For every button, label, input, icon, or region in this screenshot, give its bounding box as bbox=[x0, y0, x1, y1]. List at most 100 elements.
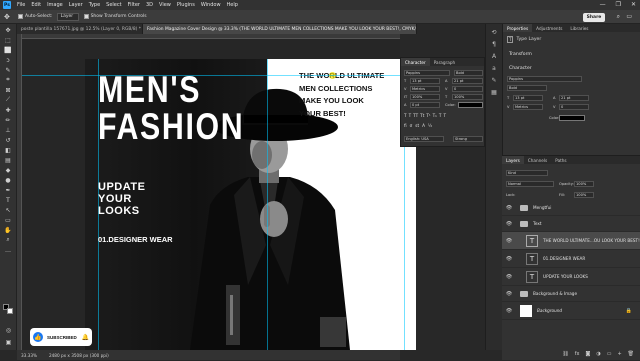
eraser-icon[interactable]: ◧ bbox=[3, 146, 14, 154]
layer-row-designer-text[interactable]: 👁 T 01.DESIGNER WEAR bbox=[502, 250, 640, 268]
prop-font-family-select[interactable]: Poppins bbox=[507, 76, 582, 82]
shape-icon[interactable]: ▭ bbox=[3, 216, 14, 224]
guide-center[interactable] bbox=[267, 59, 268, 350]
search-icon[interactable]: ⌕ bbox=[617, 13, 620, 21]
artboard-icon[interactable]: ⬚ bbox=[3, 36, 14, 44]
history-icon[interactable]: ⟲ bbox=[490, 28, 498, 36]
hand-icon[interactable]: ✋ bbox=[3, 226, 14, 234]
screen-mode-icon[interactable]: ▣ bbox=[3, 338, 14, 346]
underline-button[interactable]: T bbox=[439, 113, 442, 121]
marquee-icon[interactable]: ⬜ bbox=[3, 46, 14, 54]
close-icon[interactable]: ✕ bbox=[631, 1, 636, 8]
font-style-select[interactable]: Bold bbox=[454, 70, 483, 76]
tab-layers[interactable]: Layers bbox=[502, 156, 524, 164]
visibility-eye-icon[interactable]: 👁 bbox=[504, 221, 514, 227]
faux-bold-button[interactable]: T bbox=[404, 113, 407, 121]
guide-horizontal[interactable] bbox=[22, 75, 400, 76]
update-your-looks-text[interactable]: UPDATE YOUR LOOKS bbox=[98, 181, 145, 217]
menu-edit[interactable]: Edit bbox=[31, 2, 41, 8]
stamp-icon[interactable]: ⊥ bbox=[3, 126, 14, 134]
visibility-eye-icon[interactable]: 👁 bbox=[504, 291, 514, 297]
layer-row-text-group[interactable]: 👁 Text bbox=[502, 216, 640, 232]
font-family-select[interactable]: Poppins bbox=[404, 70, 450, 76]
menu-3d[interactable]: 3D bbox=[146, 2, 153, 8]
auto-select-toggle[interactable]: Auto-Select: bbox=[18, 14, 53, 19]
menu-layer[interactable]: Layer bbox=[69, 2, 83, 8]
transform-section[interactable]: Transform bbox=[503, 50, 532, 58]
baseline-field[interactable]: 0 pt bbox=[410, 102, 440, 108]
vertical-scale-field[interactable]: 100% bbox=[410, 94, 440, 100]
background-color-swatch[interactable] bbox=[7, 308, 13, 314]
healing-icon[interactable]: ✚ bbox=[3, 106, 14, 114]
swatches-icon[interactable]: ▦ bbox=[490, 88, 498, 96]
subscript-button[interactable]: T₁ bbox=[433, 113, 437, 121]
tab-fashion-cover[interactable]: Fashion Magazine Cover Design @ 33.3% (T… bbox=[143, 24, 417, 34]
designer-wear-text[interactable]: 01.DESIGNER WEAR bbox=[98, 235, 173, 244]
history-brush-icon[interactable]: ↺ bbox=[3, 136, 14, 144]
menu-file[interactable]: File bbox=[17, 2, 25, 8]
text-color-swatch[interactable] bbox=[458, 102, 483, 108]
tab-paths[interactable]: Paths bbox=[551, 156, 570, 164]
character-icon[interactable]: A bbox=[490, 52, 498, 60]
glyphs-icon[interactable]: a bbox=[490, 64, 498, 72]
quick-mask-icon[interactable]: ◎ bbox=[3, 326, 14, 334]
zoom-icon[interactable]: ⌕ bbox=[3, 236, 14, 244]
move-icon[interactable]: ✥ bbox=[3, 26, 14, 34]
horizontal-scale-field[interactable]: 100% bbox=[452, 94, 483, 100]
prop-font-size-field[interactable]: 13 pt bbox=[513, 95, 543, 101]
menu-select[interactable]: Select bbox=[106, 2, 121, 8]
pen-icon[interactable]: ✒ bbox=[3, 186, 14, 194]
path-select-icon[interactable]: ↖ bbox=[3, 206, 14, 214]
ruler-horizontal[interactable] bbox=[17, 34, 400, 39]
quick-select-icon[interactable]: ✎ bbox=[3, 66, 14, 74]
show-transform-toggle[interactable]: Show Transform Controls bbox=[83, 14, 147, 19]
layer-row-background[interactable]: 👁 Background 🔒 bbox=[502, 302, 640, 320]
visibility-eye-icon[interactable]: 👁 bbox=[504, 274, 514, 280]
promo-text[interactable]: THE WORLD ULTIMATE MEN COLLECTIONS MAKE … bbox=[299, 70, 409, 120]
minimize-icon[interactable]: — bbox=[600, 1, 606, 8]
crop-icon[interactable]: ⌗ bbox=[3, 76, 14, 84]
maximize-icon[interactable]: ❐ bbox=[616, 1, 621, 8]
opacity-field[interactable]: 100% bbox=[574, 181, 594, 187]
small-caps-button[interactable]: Tt bbox=[420, 113, 424, 121]
tab-libraries[interactable]: Libraries bbox=[566, 24, 592, 32]
prop-leading-field[interactable]: 21 pt bbox=[559, 95, 589, 101]
tab-adjustments[interactable]: Adjustments bbox=[532, 24, 566, 32]
prop-tracking-field[interactable]: 0 bbox=[559, 104, 589, 110]
gradient-icon[interactable]: ▤ bbox=[3, 156, 14, 164]
brushes-icon[interactable]: ✎ bbox=[490, 76, 498, 84]
ordinal-button[interactable]: A bbox=[422, 123, 425, 131]
auto-select-checkbox[interactable] bbox=[18, 14, 23, 19]
headline-text[interactable]: MEN'S FASHION bbox=[98, 71, 244, 145]
font-size-field[interactable]: 13 pt bbox=[410, 78, 440, 84]
visibility-eye-icon[interactable]: 👁 bbox=[504, 256, 514, 262]
character-section[interactable]: Character bbox=[503, 64, 532, 72]
strikethrough-button[interactable]: T bbox=[443, 113, 446, 121]
visibility-eye-icon[interactable]: 👁 bbox=[504, 238, 514, 244]
lasso-icon[interactable]: ↄ bbox=[3, 56, 14, 64]
menu-filter[interactable]: Filter bbox=[128, 2, 140, 8]
type-icon[interactable]: T bbox=[3, 196, 14, 204]
all-caps-button[interactable]: TT bbox=[413, 113, 418, 121]
menu-window[interactable]: Window bbox=[201, 2, 221, 8]
oldstyle-button[interactable]: σ bbox=[410, 123, 413, 131]
tab-poste-plantilla[interactable]: poste plantilla 157671.jpg @ 12.5% (Laye… bbox=[17, 24, 143, 34]
blend-mode-select[interactable]: Normal bbox=[506, 181, 554, 187]
menu-type[interactable]: Type bbox=[89, 2, 100, 8]
lock-icon[interactable]: 🔒 bbox=[626, 308, 632, 314]
fill-field[interactable]: 100% bbox=[574, 192, 594, 198]
layer-row-update-text[interactable]: 👁 T UPDATE YOUR LOOKS bbox=[502, 268, 640, 286]
layer-kind-filter[interactable]: Kind bbox=[506, 170, 548, 176]
tab-character[interactable]: Character bbox=[401, 58, 430, 66]
ligature-button[interactable]: fi bbox=[404, 123, 407, 131]
brush-icon[interactable]: ✏ bbox=[3, 116, 14, 124]
layer-row-background-image[interactable]: 👁 Background & Image bbox=[502, 286, 640, 302]
frame-icon[interactable]: ⊠ bbox=[3, 86, 14, 94]
paragraph-icon[interactable]: ¶ bbox=[490, 40, 498, 48]
ruler-vertical[interactable] bbox=[17, 34, 22, 350]
tab-paragraph[interactable]: Paragraph bbox=[430, 58, 459, 66]
photoshop-logo-icon[interactable]: Ps bbox=[3, 1, 11, 9]
eyedropper-icon[interactable]: ⟋ bbox=[3, 96, 14, 104]
kerning-field[interactable]: Metrics bbox=[410, 86, 440, 92]
blur-icon[interactable]: ◆ bbox=[3, 166, 14, 174]
